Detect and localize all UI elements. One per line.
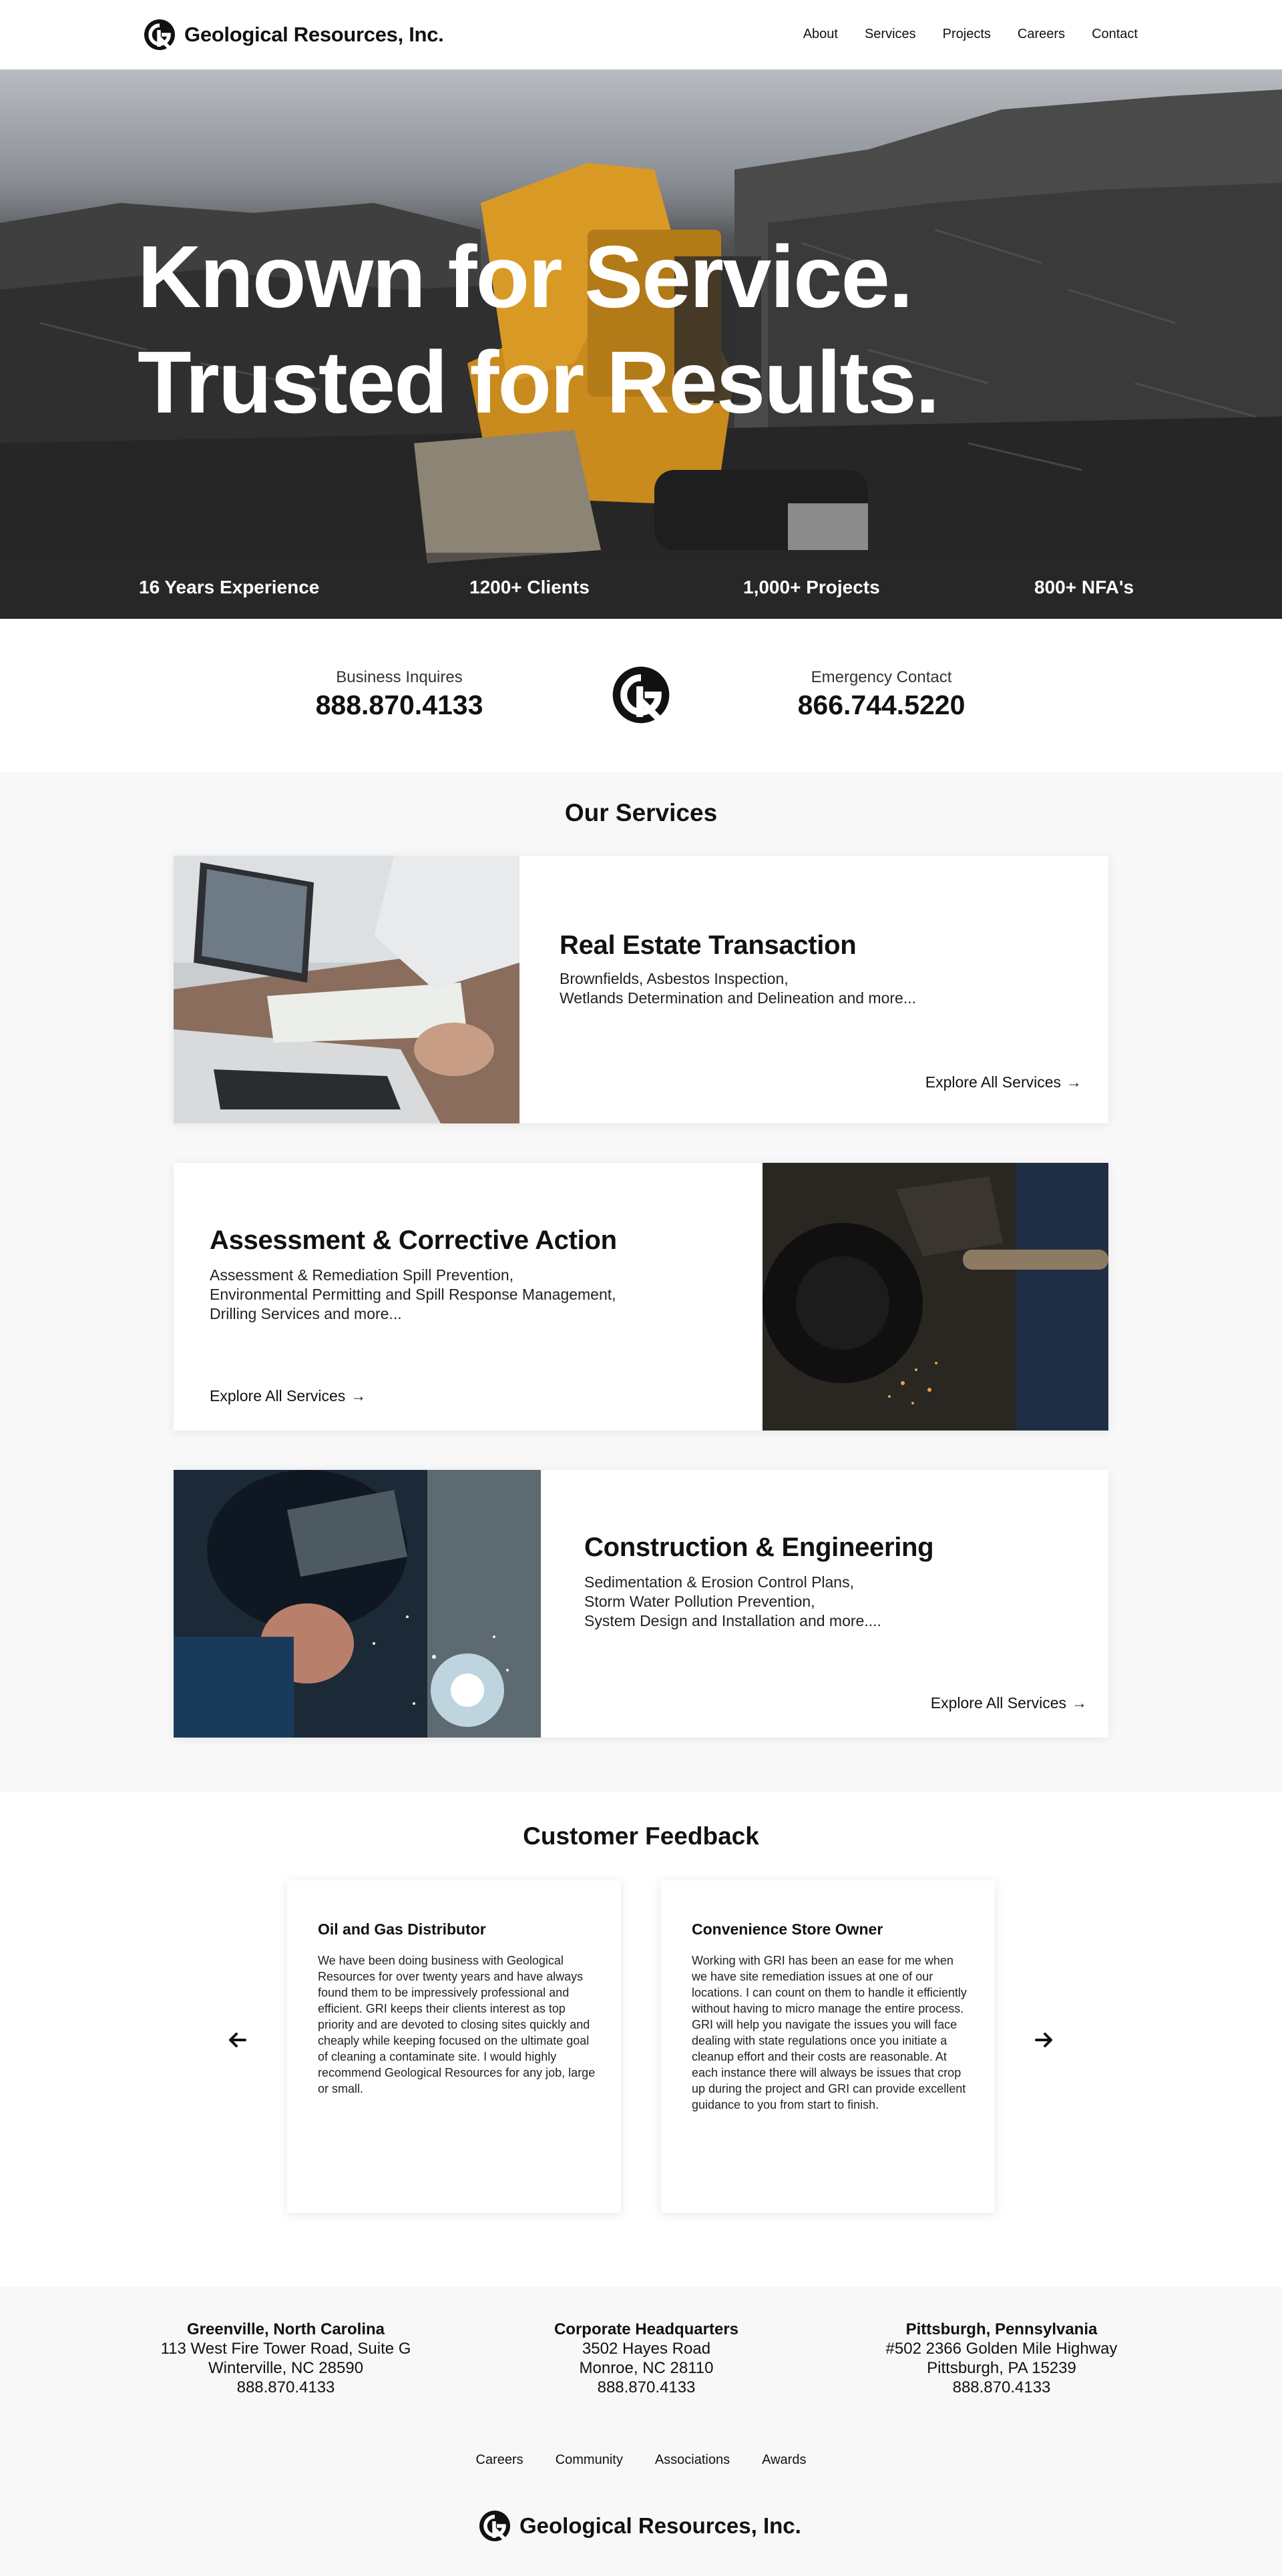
office-address: 113 West Fire Tower Road, Suite G xyxy=(160,2340,411,2358)
feedback-section: Customer Feedback Oil and Gas Distributo… xyxy=(0,1792,1282,2286)
testimonial-text: We have been doing business with Geologi… xyxy=(318,1954,596,2095)
stat-projects: 1,000+ Projects xyxy=(743,577,880,597)
footer-nav: Careers Community Associations Awards xyxy=(0,2453,1282,2468)
nav-contact[interactable]: Contact xyxy=(1092,27,1138,42)
assessment-title: Assessment & Corrective Action xyxy=(210,1226,617,1255)
assessment-desc-line: Environmental Permitting and Spill Respo… xyxy=(210,1286,616,1303)
gri-logo-icon xyxy=(144,19,175,50)
services-section: Our Services Real Estate Transaction Bro… xyxy=(0,772,1282,1792)
testimonial-title: Convenience Store Owner xyxy=(692,1920,883,1938)
office-city: Pittsburgh, PA 15239 xyxy=(927,2359,1076,2377)
nav-projects[interactable]: Projects xyxy=(943,27,991,42)
service-card-construction: Construction & Engineering Sedimentation… xyxy=(174,1470,1108,1738)
brand-link[interactable]: Geological Resources, Inc. xyxy=(143,18,444,51)
hero-line-1: Known for Service. xyxy=(138,228,913,326)
office-greenville: Greenville, North Carolina 113 West Fire… xyxy=(119,2320,453,2397)
office-title: Corporate Headquarters xyxy=(554,2320,739,2338)
office-pittsburgh: Pittsburgh, Pennsylvania #502 2366 Golde… xyxy=(835,2320,1168,2397)
stat-experience: 16 Years Experience xyxy=(139,577,320,597)
nav-services[interactable]: Services xyxy=(865,27,916,42)
construction-desc-line: Sedimentation & Erosion Control Plans, xyxy=(584,1573,854,1591)
real-estate-desc-line: Brownfields, Asbestos Inspection, xyxy=(560,970,789,987)
explore-label: Explore All Services xyxy=(930,1694,1066,1712)
office-address: 3502 Hayes Road xyxy=(582,2340,711,2358)
real-estate-image xyxy=(174,856,519,1123)
business-contact: Business Inquires 888.870.4133 xyxy=(299,668,499,721)
office-title: Pittsburgh, Pennsylvania xyxy=(905,2320,1098,2338)
explore-label: Explore All Services xyxy=(210,1387,346,1404)
explore-label: Explore All Services xyxy=(925,1073,1061,1091)
contact-strip: Business Inquires 888.870.4133 Emergency… xyxy=(0,619,1282,772)
emergency-contact: Emergency Contact 866.744.5220 xyxy=(781,668,982,721)
assessment-desc: Assessment & Remediation Spill Preventio… xyxy=(210,1266,616,1324)
real-estate-desc-line: Wetlands Determination and Delineation a… xyxy=(560,989,916,1007)
gri-logo-icon xyxy=(612,666,670,724)
real-estate-desc: Brownfields, Asbestos Inspection, Wetlan… xyxy=(560,969,916,1008)
nav-about[interactable]: About xyxy=(803,27,838,42)
office-phone[interactable]: 888.870.4133 xyxy=(479,2378,813,2397)
hero-line-2: Trusted for Results. xyxy=(138,333,940,431)
footer-link-awards[interactable]: Awards xyxy=(762,2453,806,2468)
testimonial-card: Oil and Gas Distributor We have been doi… xyxy=(287,1880,621,2213)
testimonial-text: Working with GRI has been an ease for me… xyxy=(692,1954,967,2111)
construction-desc-line: System Design and Installation and more.… xyxy=(584,1612,881,1629)
construction-title: Construction & Engineering xyxy=(584,1533,934,1562)
assessment-desc-line: Assessment & Remediation Spill Preventio… xyxy=(210,1266,514,1284)
construction-explore-link[interactable]: Explore All Services → xyxy=(931,1694,1087,1712)
footer-link-community[interactable]: Community xyxy=(556,2453,623,2468)
arrow-left-icon[interactable] xyxy=(225,2028,249,2052)
office-title: Greenville, North Carolina xyxy=(186,2320,385,2338)
footer-link-associations[interactable]: Associations xyxy=(655,2453,730,2468)
main-nav: About Services Projects Careers Contact xyxy=(803,27,1138,42)
footer-brand-name: Geological Resources, Inc. xyxy=(519,2513,801,2538)
emergency-label: Emergency Contact xyxy=(811,668,952,686)
arrow-right-icon: → xyxy=(1066,1073,1082,1091)
site-footer: Greenville, North Carolina 113 West Fire… xyxy=(0,2286,1282,2576)
gri-logo-icon xyxy=(479,2511,510,2541)
hero-headline: Known for Service. Trusted for Results. xyxy=(138,224,940,435)
footer-brand-link[interactable]: Geological Resources, Inc. xyxy=(478,2509,801,2543)
office-address: #502 2366 Golden Mile Highway xyxy=(885,2340,1118,2358)
real-estate-explore-link[interactable]: Explore All Services → xyxy=(925,1073,1082,1091)
office-headquarters: Corporate Headquarters 3502 Hayes Road M… xyxy=(479,2320,813,2397)
construction-desc-line: Storm Water Pollution Prevention, xyxy=(584,1593,815,1610)
service-card-real-estate: Real Estate Transaction Brownfields, Asb… xyxy=(174,856,1108,1123)
business-label: Business Inquires xyxy=(336,668,463,686)
assessment-image xyxy=(763,1163,1108,1431)
hero-banner: Known for Service. Trusted for Results. … xyxy=(0,69,1282,619)
office-phone[interactable]: 888.870.4133 xyxy=(119,2378,453,2397)
office-city: Winterville, NC 28590 xyxy=(208,2359,364,2377)
assessment-desc-line: Drilling Services and more... xyxy=(210,1305,402,1322)
real-estate-title: Real Estate Transaction xyxy=(560,931,857,960)
testimonial-card: Convenience Store Owner Working with GRI… xyxy=(661,1880,995,2213)
arrow-right-icon[interactable] xyxy=(1032,2028,1056,2052)
footer-link-careers[interactable]: Careers xyxy=(476,2453,523,2468)
emergency-phone[interactable]: 866.744.5220 xyxy=(781,690,982,721)
stat-clients: 1200+ Clients xyxy=(469,577,590,597)
services-title: Our Services xyxy=(564,799,718,826)
arrow-right-icon: → xyxy=(351,1387,367,1404)
service-card-assessment: Assessment & Corrective Action Assessmen… xyxy=(174,1163,1108,1431)
site-header: Geological Resources, Inc. About Service… xyxy=(0,0,1282,69)
nav-careers[interactable]: Careers xyxy=(1018,27,1065,42)
arrow-right-icon: → xyxy=(1072,1694,1087,1712)
office-phone[interactable]: 888.870.4133 xyxy=(835,2378,1168,2397)
stats-bar: 16 Years Experience 1200+ Clients 1,000+… xyxy=(0,553,1282,619)
construction-desc: Sedimentation & Erosion Control Plans, S… xyxy=(584,1573,881,1631)
office-city: Monroe, NC 28110 xyxy=(579,2359,714,2377)
brand-name: Geological Resources, Inc. xyxy=(184,23,444,46)
stat-nfas: 800+ NFA's xyxy=(1034,577,1134,597)
construction-image xyxy=(174,1470,541,1738)
testimonial-title: Oil and Gas Distributor xyxy=(318,1920,486,1938)
assessment-explore-link[interactable]: Explore All Services → xyxy=(210,1387,366,1405)
business-phone[interactable]: 888.870.4133 xyxy=(299,690,499,721)
feedback-title: Customer Feedback xyxy=(523,1822,759,1850)
